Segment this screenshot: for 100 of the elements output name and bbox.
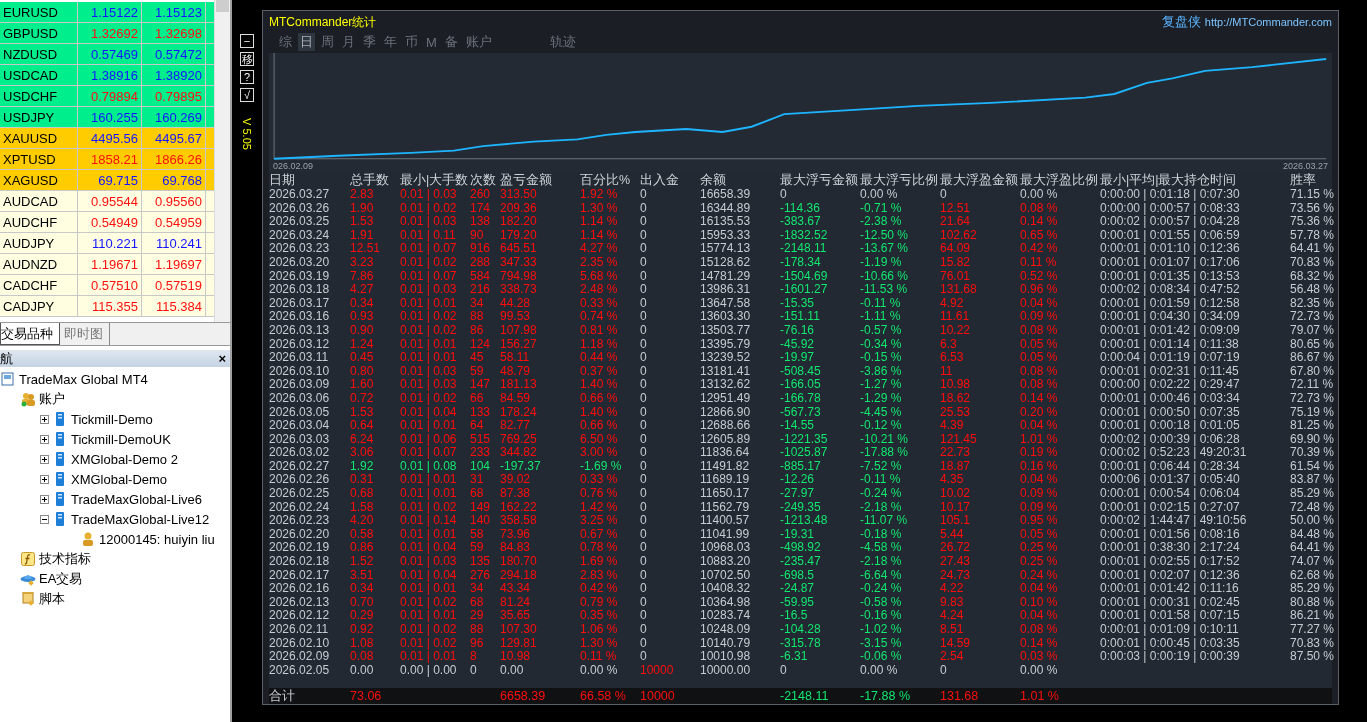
tree-item[interactable]: 账户 xyxy=(39,390,65,408)
symbol-row[interactable]: USDJPY 160.255 160.269 xyxy=(0,107,214,128)
table-cell-text: 0 xyxy=(640,555,648,569)
table-cell-text: 24.73 xyxy=(940,568,972,583)
expand-icon[interactable] xyxy=(40,474,49,484)
symbol-name: AUDNZD xyxy=(0,254,78,274)
table-cell-text: -508.45 xyxy=(780,364,822,379)
symbol-row[interactable]: CADJPY 115.355 115.384 xyxy=(0,296,214,317)
bid-price: 69.715 xyxy=(78,170,142,190)
table-cell-text: 85.29 % xyxy=(1290,487,1336,501)
table-cell-text: 0.01 | 0.02 xyxy=(400,255,458,270)
symbol-row[interactable]: NZDUSD 0.57469 0.57472 xyxy=(0,44,214,65)
close-button[interactable]: × xyxy=(218,351,226,366)
scrollbar-thumb[interactable] xyxy=(216,0,229,12)
table-cell-text: 0.90 xyxy=(350,323,375,338)
tree-item[interactable]: 12000145: huiyin liu xyxy=(99,531,215,547)
table-cell-text: 0.76 % xyxy=(580,487,619,501)
symbol-row[interactable]: XAUUSD 4495.56 4495.67 xyxy=(0,128,214,149)
symbol-row[interactable]: CADCHF 0.57510 0.57519 xyxy=(0,275,214,296)
table-cell-text: 0.01 | 0.04 xyxy=(400,568,458,583)
table-cell-text: 0 xyxy=(640,582,648,596)
table-cell-text: 0.03 % xyxy=(1020,650,1059,664)
tree-item[interactable]: Tickmill-Demo xyxy=(71,411,153,427)
table-cell-text: 2.54 xyxy=(940,650,965,664)
table-cell-text: 70.83 % xyxy=(1290,636,1336,651)
table-cell-text: -76.16 xyxy=(780,323,816,338)
table-cell-text: 0.25 % xyxy=(1020,555,1059,569)
tab[interactable]: 日 xyxy=(298,33,315,51)
table-cell-text: 0.08 % xyxy=(1020,378,1059,392)
table-cell-text: 2026.02.23 xyxy=(269,514,331,528)
tree-item[interactable]: 脚本 xyxy=(39,590,65,608)
table-cell-text: 2026.02.24 xyxy=(269,500,331,515)
symbol-row[interactable]: XAGUSD 69.715 69.768 xyxy=(0,170,214,191)
tool-button[interactable]: − xyxy=(240,34,254,48)
table-cell-text: 10.17 xyxy=(940,500,972,515)
website-link[interactable]: http://MTCommander.com xyxy=(1204,16,1332,28)
tree-item[interactable]: TradeMaxGlobal-Live6 xyxy=(71,491,203,507)
tree-item[interactable]: 技术指标 xyxy=(39,550,91,568)
symbol-row[interactable]: USDCHF 0.79894 0.79895 xyxy=(0,86,214,107)
expand-icon[interactable] xyxy=(40,454,49,464)
table-cell-text: 10010.98 xyxy=(700,650,752,664)
symbol-row[interactable]: USDCAD 1.38916 1.38920 xyxy=(0,65,214,86)
symbol-row[interactable]: AUDJPY 110.221 110.241 xyxy=(0,233,214,254)
table-cell-text: 0.80 xyxy=(350,364,375,379)
symbol-row[interactable]: AUDCHF 0.54949 0.54959 xyxy=(0,212,214,233)
table-cell-text: 2026.02.16 xyxy=(269,582,331,596)
symbol-row[interactable]: EURUSD 1.15122 1.15123 xyxy=(0,2,214,23)
ask-price: 1.32698 xyxy=(142,23,206,43)
table-cell-text: 10702.50 xyxy=(700,568,752,583)
symbol-row[interactable]: AUDNZD 1.19671 1.19697 xyxy=(0,254,214,275)
tool-button[interactable]: 移 xyxy=(240,52,254,66)
symbol-row[interactable]: XPTUSD 1858.21 1866.26 xyxy=(0,149,214,170)
table-cell-text: 13132.62 xyxy=(700,378,752,392)
table-cell-text: 8 xyxy=(470,650,478,664)
table-cell-text: 74.07 % xyxy=(1290,555,1336,569)
table-cell-text: 0.68 xyxy=(350,487,375,501)
table-cell-text: -104.28 xyxy=(780,623,822,637)
symbol-row[interactable]: GBPUSD 1.32692 1.32698 xyxy=(0,23,214,44)
bid-price: 4495.56 xyxy=(78,128,142,148)
tool-button[interactable]: ? xyxy=(240,70,254,84)
table-cell-text: 87.50 % xyxy=(1290,650,1336,664)
table-cell-text: 0 xyxy=(640,623,648,637)
table-cell-text: 2026.02.20 xyxy=(269,527,331,542)
tree-item[interactable]: TradeMaxGlobal-Live12 xyxy=(71,511,210,527)
table-cell-text: 0:00:01 | 0:02:07 | 0:12:36 xyxy=(1100,568,1241,583)
table-cell-text: -7.52 % xyxy=(860,459,903,474)
table-cell-text: 15953.33 xyxy=(700,228,752,243)
tree-item[interactable]: XMGlobal-Demo xyxy=(71,471,168,487)
table-cell-text: 102.62 xyxy=(940,228,978,243)
table-cell-text: -567.73 xyxy=(780,405,822,420)
table-cell-text: 18.62 xyxy=(940,391,972,406)
table-cell-text: 6658.39 xyxy=(500,688,547,704)
table-cell-text: 0 xyxy=(640,636,648,651)
tree-item[interactable]: EA交易 xyxy=(39,570,83,588)
tab[interactable]: 交易品种 xyxy=(0,323,60,345)
tree-item[interactable]: XMGlobal-Demo 2 xyxy=(71,451,178,467)
tab[interactable]: 即时图 xyxy=(64,323,110,345)
table-cell-text: 0.01 | 0.02 xyxy=(400,391,458,406)
table-cell-text: 0:00:02 | 0:08:34 | 0:47:52 xyxy=(1100,283,1241,297)
tool-button[interactable]: √ xyxy=(240,88,254,102)
table-cell-text: 3.00 % xyxy=(580,446,619,460)
table-cell-text: 10.98 xyxy=(500,650,532,664)
table-cell-text: 0.01 | 0.03 xyxy=(400,378,458,392)
collapse-icon[interactable] xyxy=(40,514,49,524)
expand-icon[interactable] xyxy=(40,434,49,444)
table-cell-text: 174 xyxy=(470,201,492,216)
expand-icon[interactable] xyxy=(40,414,49,424)
column-header: 最大浮亏金额 xyxy=(780,172,859,188)
table-cell-text: 129.81 xyxy=(500,636,538,651)
symbol-row[interactable]: AUDCAD 0.95544 0.95560 xyxy=(0,191,214,212)
table-cell-text: 0.05 % xyxy=(1020,351,1059,365)
table-cell-text: 81.24 xyxy=(500,595,532,610)
tree-item[interactable]: TradeMax Global MT4 xyxy=(19,371,148,387)
table-cell-text: 2026.03.23 xyxy=(269,242,331,256)
table-cell-text: -11.53 % xyxy=(860,283,909,297)
table-cell-text: 2026.03.03 xyxy=(269,432,331,447)
expand-icon[interactable] xyxy=(40,494,49,504)
table-cell-text: 0 xyxy=(640,609,648,623)
tree-item[interactable]: Tickmill-DemoUK xyxy=(71,431,171,447)
table-cell-text: 0.01 | 0.04 xyxy=(400,541,458,556)
